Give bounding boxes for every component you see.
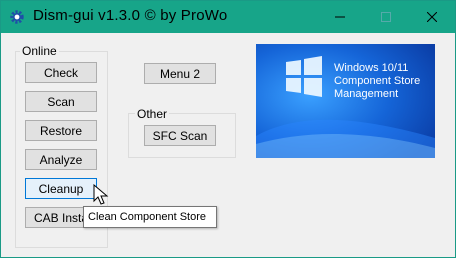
cleanup-tooltip: Clean Component Store <box>83 206 217 228</box>
analyze-button[interactable]: Analyze <box>25 149 97 170</box>
maximize-button[interactable] <box>363 1 409 33</box>
window-title: Dism-gui v1.3.0 © by ProWo <box>33 7 228 24</box>
minimize-icon <box>335 16 345 18</box>
windows-logo-icon <box>286 56 322 97</box>
menu2-button[interactable]: Menu 2 <box>144 63 216 84</box>
online-group-label: Online <box>20 44 59 58</box>
check-button[interactable]: Check <box>25 62 97 83</box>
app-window: Dism-gui v1.3.0 © by ProWo Online Check … <box>0 0 456 258</box>
mouse-pointer-icon <box>93 184 109 205</box>
cleanup-button[interactable]: Cleanup <box>25 178 97 199</box>
other-group-label: Other <box>135 107 170 121</box>
close-icon <box>427 12 437 22</box>
banner-image: Windows 10/11 Component Store Management <box>256 44 435 158</box>
minimize-button[interactable] <box>317 1 363 33</box>
banner-line-1: Windows 10/11 <box>334 62 409 74</box>
close-button[interactable] <box>409 1 455 33</box>
banner-line-3: Management <box>334 88 399 100</box>
scan-button[interactable]: Scan <box>25 91 97 112</box>
title-bar[interactable]: Dism-gui v1.3.0 © by ProWo <box>1 1 455 33</box>
sfc-scan-button[interactable]: SFC Scan <box>144 125 216 146</box>
banner-line-2: Component Store <box>334 75 421 87</box>
maximize-icon <box>381 12 391 22</box>
gear-icon <box>10 10 24 24</box>
banner-text: Windows 10/11 Component Store Management <box>334 62 420 101</box>
restore-button[interactable]: Restore <box>25 120 97 141</box>
